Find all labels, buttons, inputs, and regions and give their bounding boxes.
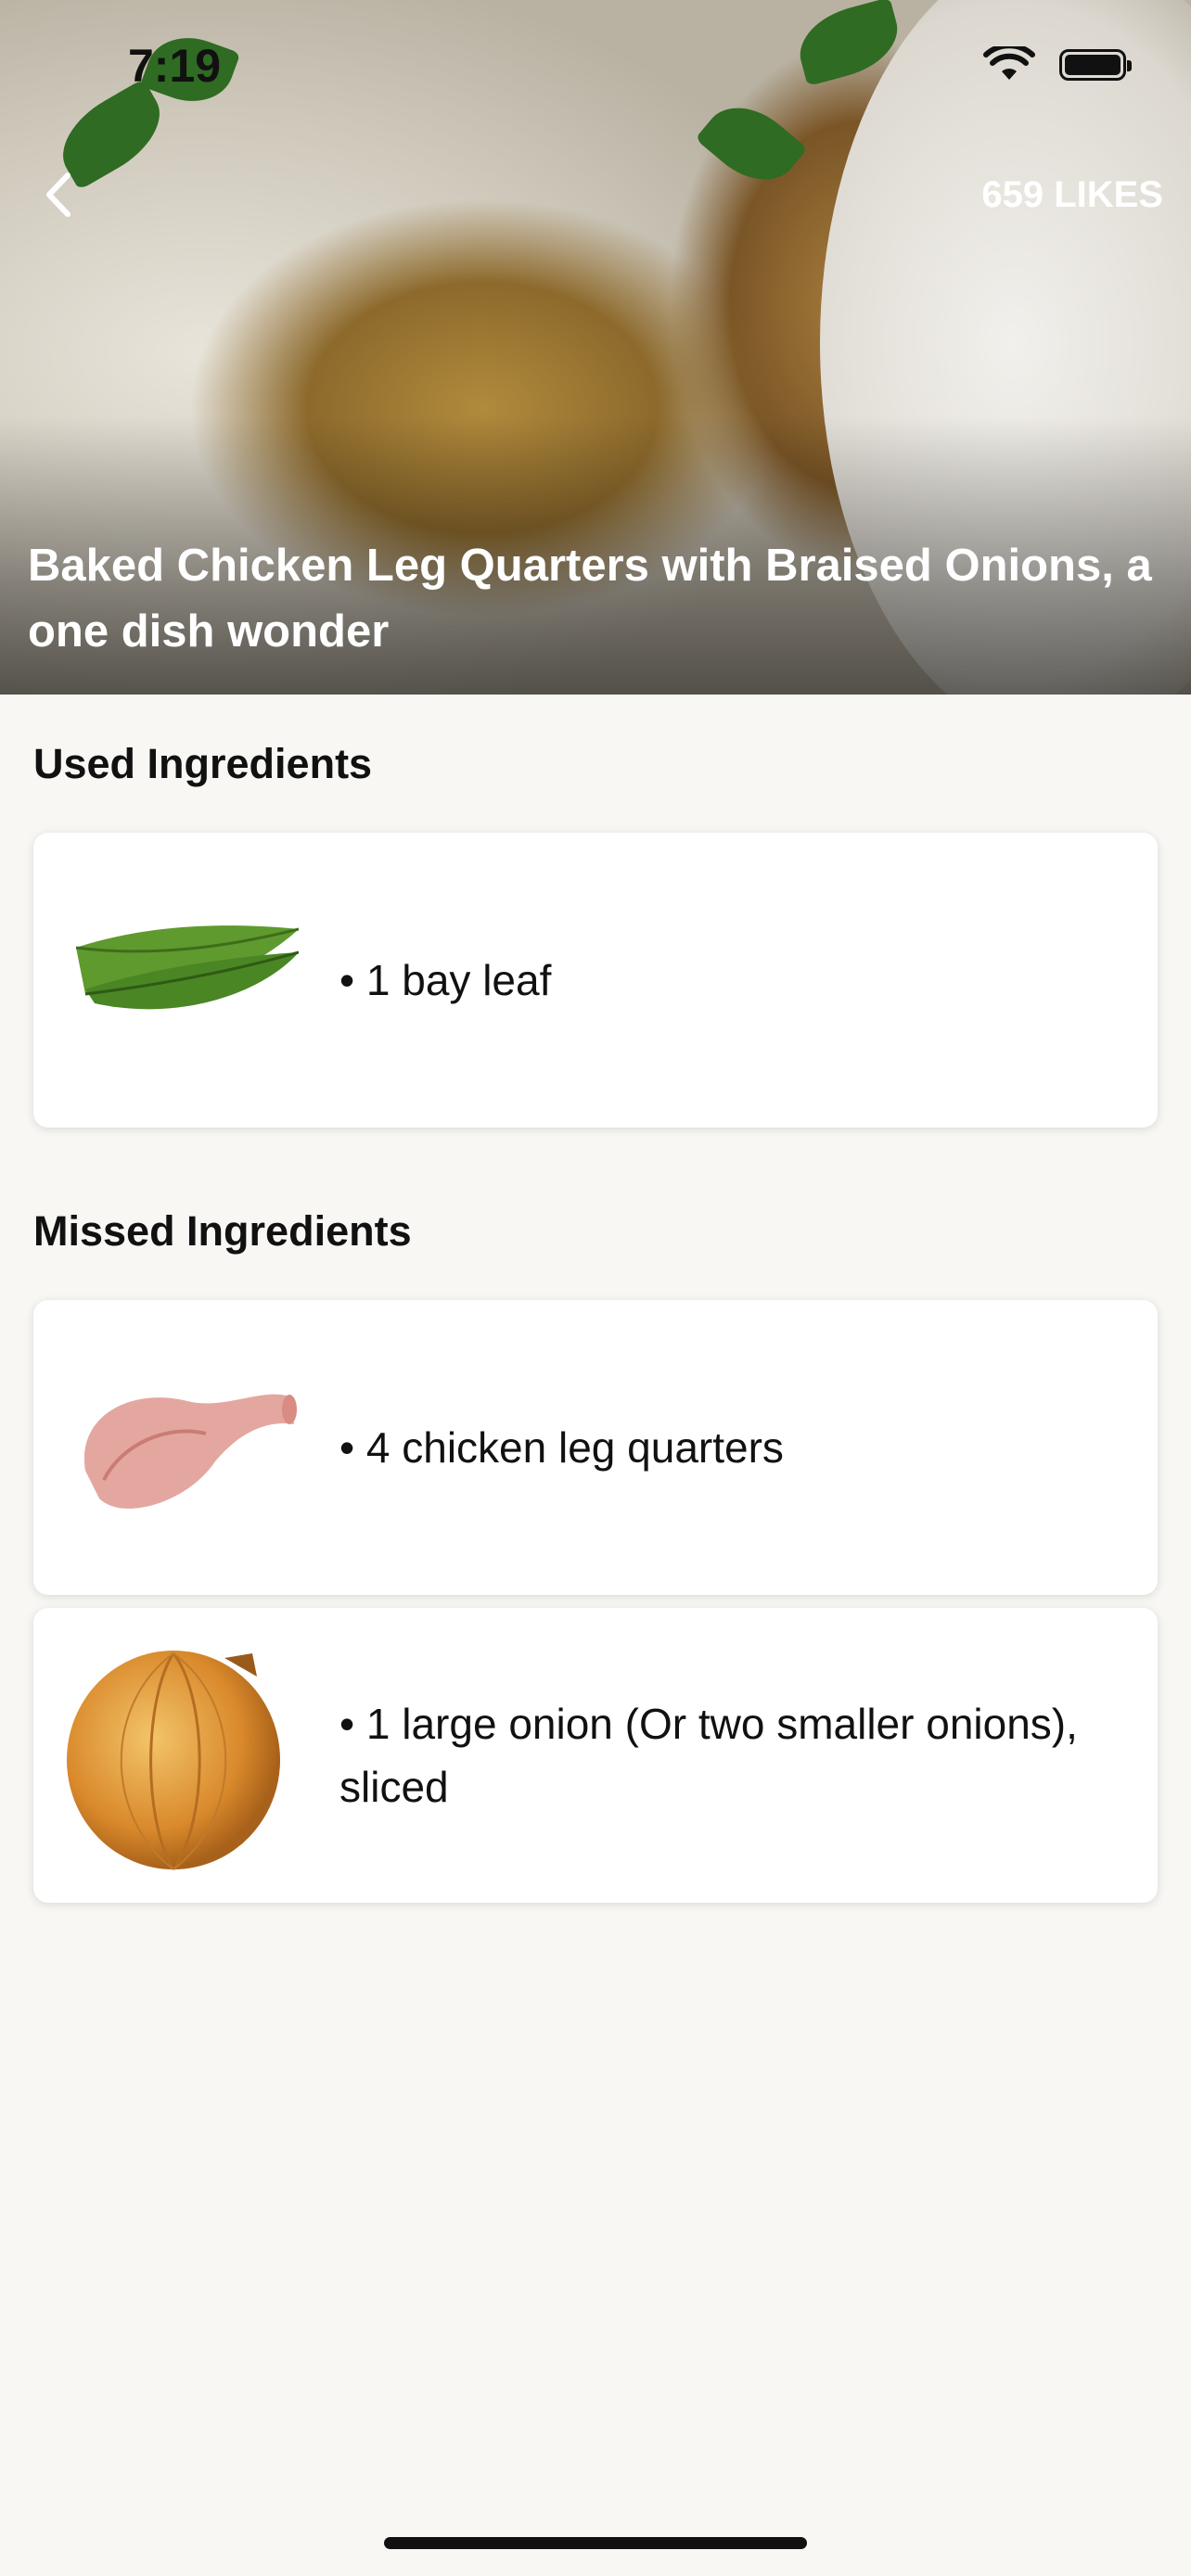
missed-ingredients-heading: Missed Ingredients [33, 1207, 412, 1255]
home-indicator[interactable] [384, 2537, 807, 2549]
ingredient-text: • 1 bay leaf [339, 956, 552, 1004]
ingredient-card[interactable]: • 1 large onion (Or two smaller onions),… [33, 1608, 1158, 1903]
likes-count: 659 LIKES [981, 174, 1163, 215]
wifi-icon [983, 46, 1035, 80]
recipe-title: Baked Chicken Leg Quarters with Braised … [28, 541, 1152, 657]
onion-image [67, 1651, 280, 1870]
ingredient-text: • 1 large onion (Or two smaller onions),… [339, 1700, 1078, 1811]
battery-icon [1059, 49, 1132, 81]
bay-leaf-image [75, 925, 299, 1010]
ingredient-card[interactable]: • 1 bay leaf [33, 833, 1158, 1128]
cilantro-garnish [695, 89, 808, 198]
status-icons [983, 46, 1132, 83]
back-button[interactable] [30, 167, 85, 223]
ingredient-text: • 4 chicken leg quarters [339, 1423, 784, 1472]
chevron-left-icon [46, 172, 70, 217]
ingredient-card[interactable]: • 4 chicken leg quarters [33, 1300, 1158, 1595]
used-ingredients-heading: Used Ingredients [33, 740, 373, 787]
status-time: 7:19 [128, 40, 222, 92]
chicken-leg-image [83, 1394, 297, 1509]
